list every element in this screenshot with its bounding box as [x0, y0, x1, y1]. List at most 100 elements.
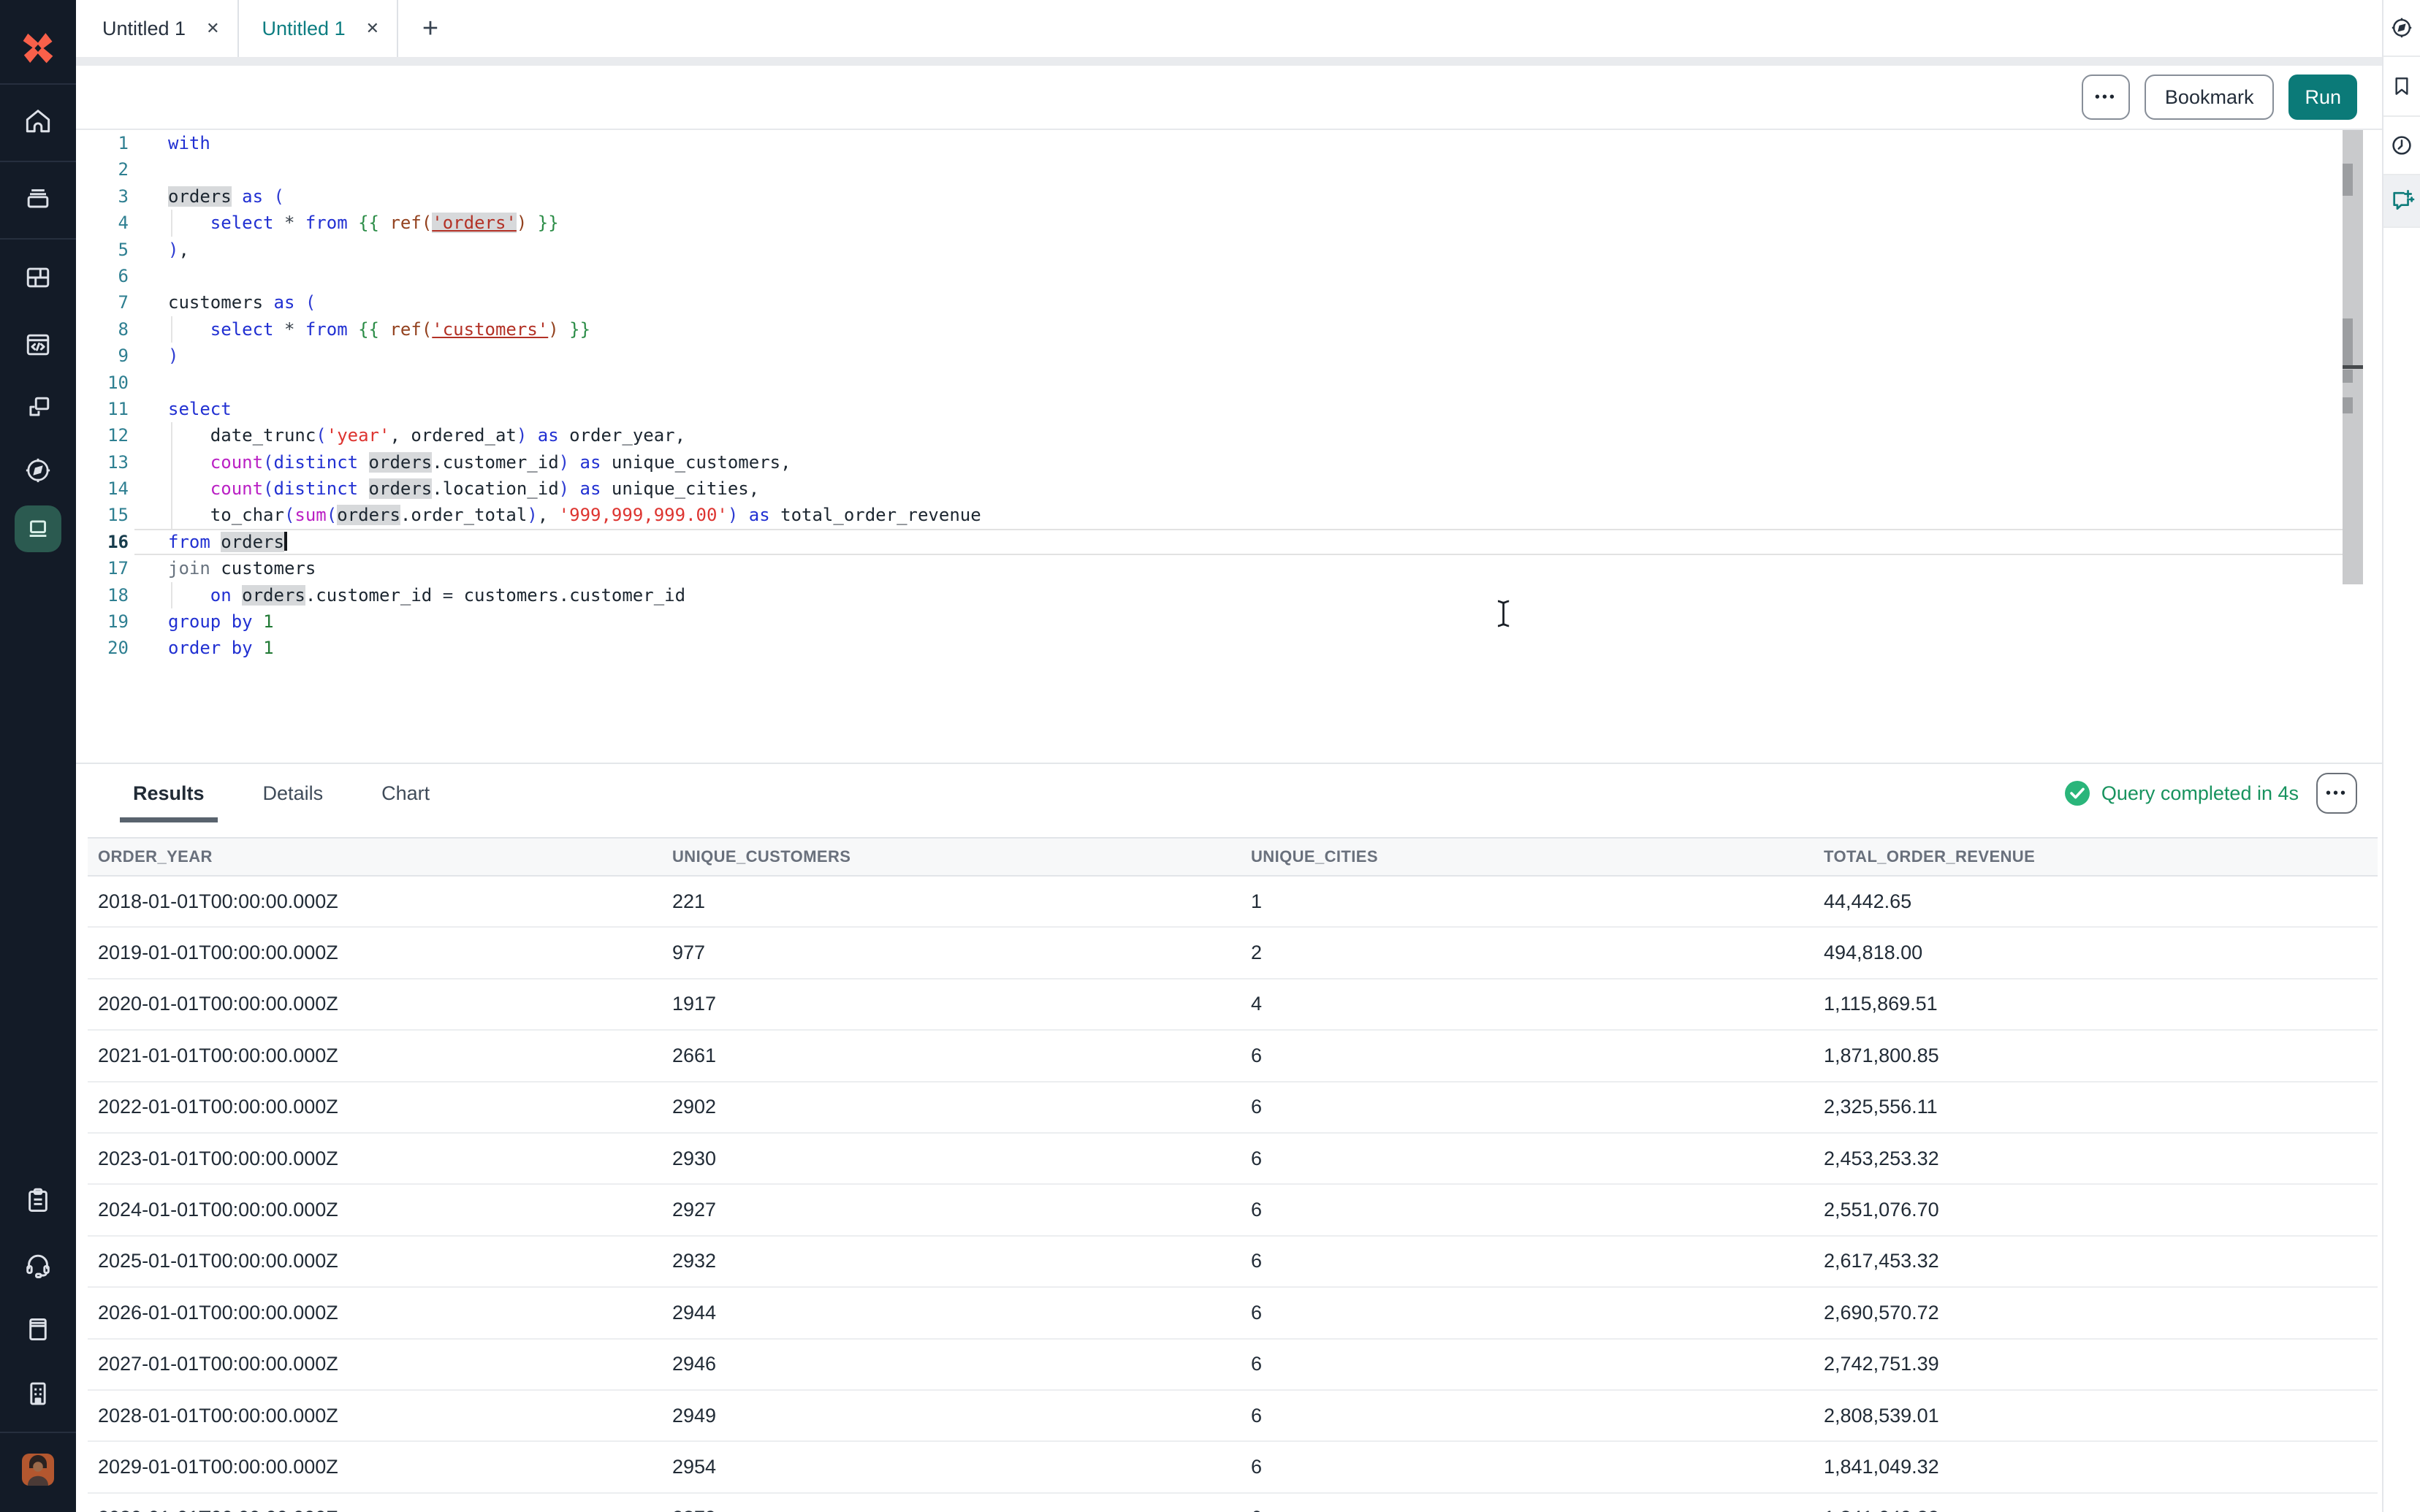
code-token	[358, 478, 368, 499]
code-line-content: from orders	[129, 529, 2382, 555]
tab-untitled-1[interactable]: Untitled 1 ✕	[79, 0, 239, 57]
table-row[interactable]: 2023-01-01T00:00:00.000Z293062,453,253.3…	[88, 1134, 2378, 1185]
table-row[interactable]: 2030-01-01T00:00:00.000Z287961,841,049.3…	[88, 1494, 2378, 1512]
tab-untitled-2[interactable]: Untitled 1 ✕	[239, 0, 399, 57]
code-token: from	[305, 213, 348, 233]
code-token	[168, 478, 210, 499]
code-line[interactable]: 17join customers	[76, 555, 2382, 581]
table-cell: 6	[1251, 1148, 1824, 1170]
table-row[interactable]: 2028-01-01T00:00:00.000Z294962,808,539.0…	[88, 1391, 2378, 1442]
code-line[interactable]: 5),	[76, 237, 2382, 263]
code-line[interactable]: 13 count(distinct orders.customer_id) as…	[76, 449, 2382, 476]
column-header: TOTAL_ORDER_REVENUE	[1824, 847, 2378, 866]
table-row[interactable]: 2021-01-01T00:00:00.000Z266161,871,800.8…	[88, 1031, 2378, 1082]
code-token: (	[263, 478, 273, 499]
sidebar-item-home[interactable]	[0, 105, 76, 137]
code-token	[168, 425, 210, 446]
code-token: ,	[389, 425, 411, 446]
table-row[interactable]: 2022-01-01T00:00:00.000Z290262,325,556.1…	[88, 1083, 2378, 1134]
panel-item-bookmarks[interactable]	[2383, 57, 2420, 117]
code-token	[263, 292, 273, 313]
table-row[interactable]: 2026-01-01T00:00:00.000Z294462,690,570.7…	[88, 1288, 2378, 1339]
indent-guide	[171, 210, 172, 236]
code-token	[770, 505, 780, 525]
more-options-button[interactable]: •••	[2082, 75, 2130, 120]
divider	[0, 238, 76, 240]
close-icon[interactable]: ✕	[366, 20, 379, 37]
code-token	[168, 213, 210, 233]
sidebar-item-windows[interactable]	[0, 392, 76, 424]
panel-item-history[interactable]	[2383, 117, 2420, 175]
code-token: join	[168, 558, 210, 579]
table-cell: 1,841,049.32	[1824, 1507, 2378, 1512]
panel-item-discover[interactable]	[2383, 0, 2420, 57]
user-avatar[interactable]	[0, 1454, 76, 1486]
close-icon[interactable]: ✕	[206, 20, 219, 37]
code-line[interactable]: 2	[76, 156, 2382, 183]
table-row[interactable]: 2029-01-01T00:00:00.000Z295461,841,049.3…	[88, 1442, 2378, 1493]
sql-editor[interactable]: 1with23orders as (4 select * from {{ ref…	[76, 130, 2382, 763]
indent-guide	[171, 449, 172, 476]
sidebar-item-dashboard[interactable]	[0, 261, 76, 294]
code-line[interactable]: 16from orders	[76, 529, 2382, 555]
results-more-button[interactable]: •••	[2316, 773, 2357, 814]
tab-results[interactable]: Results	[120, 764, 218, 822]
sidebar-item-code-editor[interactable]	[0, 329, 76, 361]
app-logo[interactable]	[0, 26, 76, 70]
table-cell: 2018-01-01T00:00:00.000Z	[98, 890, 672, 913]
code-token: with	[168, 133, 210, 153]
sidebar-item-organization[interactable]	[0, 1378, 76, 1410]
line-number: 20	[76, 635, 129, 661]
sidebar-item-docs[interactable]	[0, 1313, 76, 1345]
code-line[interactable]: 11select	[76, 396, 2382, 422]
table-cell: 2021-01-01T00:00:00.000Z	[98, 1045, 672, 1067]
code-line[interactable]: 4 select * from {{ ref('orders') }}	[76, 210, 2382, 236]
table-row[interactable]: 2027-01-01T00:00:00.000Z294662,742,751.3…	[88, 1340, 2378, 1391]
code-token	[274, 319, 284, 340]
code-token: on	[210, 585, 232, 606]
code-token	[232, 585, 242, 606]
code-line-content: select * from {{ ref('customers') }}	[129, 316, 2382, 343]
table-row[interactable]: 2020-01-01T00:00:00.000Z191741,115,869.5…	[88, 980, 2378, 1031]
code-line[interactable]: 14 count(distinct orders.location_id) as…	[76, 476, 2382, 502]
code-line[interactable]: 10	[76, 370, 2382, 396]
table-row[interactable]: 2018-01-01T00:00:00.000Z221144,442.65	[88, 877, 2378, 928]
table-cell: 2019-01-01T00:00:00.000Z	[98, 942, 672, 964]
code-line[interactable]: 8 select * from {{ ref('customers') }}	[76, 316, 2382, 343]
sidebar-item-clipboard[interactable]	[0, 1185, 76, 1217]
table-cell: 2025-01-01T00:00:00.000Z	[98, 1250, 672, 1272]
editor-scrollbar[interactable]	[2343, 130, 2363, 584]
code-line[interactable]: 9)	[76, 343, 2382, 369]
sidebar-item-terminal[interactable]	[15, 505, 61, 552]
results-panel: Results Details Chart Query completed in…	[76, 763, 2382, 1512]
code-line[interactable]: 18 on orders.customer_id = customers.cus…	[76, 582, 2382, 608]
code-line[interactable]: 20order by 1	[76, 635, 2382, 661]
code-line[interactable]: 7customers as (	[76, 289, 2382, 316]
table-row[interactable]: 2024-01-01T00:00:00.000Z292762,551,076.7…	[88, 1185, 2378, 1236]
table-row[interactable]: 2019-01-01T00:00:00.000Z9772494,818.00	[88, 928, 2378, 979]
code-token: 1	[263, 611, 273, 632]
tab-details[interactable]: Details	[250, 764, 337, 822]
bookmark-button[interactable]: Bookmark	[2145, 75, 2275, 120]
sidebar-item-discover[interactable]	[0, 454, 76, 486]
sidebar-item-support[interactable]	[0, 1249, 76, 1281]
table-row[interactable]: 2025-01-01T00:00:00.000Z293262,617,453.3…	[88, 1237, 2378, 1288]
tab-chart[interactable]: Chart	[368, 764, 443, 822]
code-line[interactable]: 6	[76, 263, 2382, 289]
code-token: (	[422, 213, 432, 233]
table-cell: 2,551,076.70	[1824, 1199, 2378, 1221]
code-token	[527, 425, 537, 446]
code-line[interactable]: 19group by 1	[76, 608, 2382, 635]
run-button[interactable]: Run	[2288, 75, 2357, 120]
code-line[interactable]: 15 to_char(sum(orders.order_total), '999…	[76, 502, 2382, 528]
code-token: sum	[294, 505, 326, 525]
sidebar-item-inbox[interactable]	[0, 183, 76, 215]
code-line[interactable]: 12 date_trunc('year', ordered_at) as ord…	[76, 422, 2382, 448]
code-token: customers.customer_id	[453, 585, 685, 606]
code-line[interactable]: 1with	[76, 130, 2382, 156]
table-cell: 6	[1251, 1302, 1824, 1324]
new-tab-button[interactable]: +	[398, 0, 463, 57]
panel-item-ai-assistant[interactable]	[2383, 175, 2420, 228]
code-token: {{	[358, 213, 379, 233]
code-line[interactable]: 3orders as (	[76, 183, 2382, 210]
